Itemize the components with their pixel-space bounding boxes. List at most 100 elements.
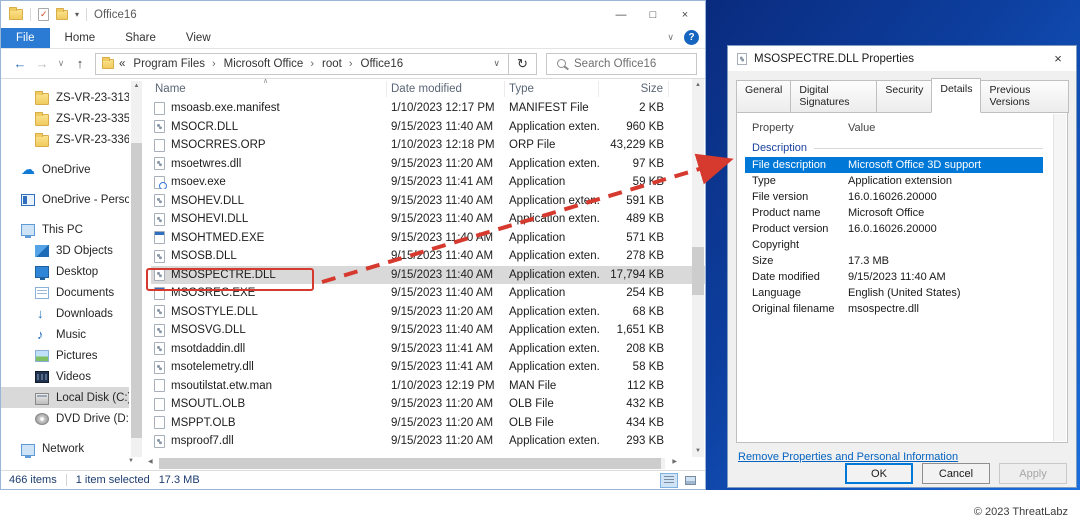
collapse-ribbon-icon[interactable]: ∨: [667, 32, 674, 43]
file-row[interactable]: msotelemetry.dll 9/15/2023 11:41 AM Appl…: [151, 358, 705, 377]
sidebar-item[interactable]: Local Disk (C:): [1, 387, 129, 408]
breadcrumb-item[interactable]: Office16: [358, 58, 407, 70]
horizontal-scrollbar-thumb[interactable]: [159, 458, 661, 469]
file-row[interactable]: MSOSTYLE.DLL 9/15/2023 11:20 AM Applicat…: [151, 303, 705, 322]
breadcrumb-item[interactable]: Microsoft Office: [221, 58, 317, 70]
dialog-tab[interactable]: Security: [876, 80, 932, 113]
file-row[interactable]: MSOCR.DLL 9/15/2023 11:40 AM Application…: [151, 118, 705, 137]
sidebar-item[interactable]: ZS-VR-23-336: [1, 129, 129, 150]
ribbon-tab[interactable]: Home: [50, 28, 111, 48]
sidebar-item[interactable]: Videos: [1, 366, 129, 387]
search-box[interactable]: Search Office16: [546, 53, 697, 75]
file-list-scrollbar[interactable]: ▲ ▼: [692, 79, 704, 457]
large-icons-view-button[interactable]: [681, 473, 699, 488]
ribbon-tab[interactable]: Share: [110, 28, 171, 48]
sidebar-scrollbar[interactable]: ▲: [131, 81, 142, 457]
file-row[interactable]: msoev.exe 9/15/2023 11:41 AM Application…: [151, 173, 705, 192]
description-group-label: Description: [752, 142, 1043, 154]
file-row[interactable]: MSOSB.DLL 9/15/2023 11:40 AM Application…: [151, 247, 705, 266]
file-row[interactable]: MSOHEVI.DLL 9/15/2023 11:40 AM Applicati…: [151, 210, 705, 229]
sidebar-item[interactable]: Pictures: [1, 345, 129, 366]
details-view-button[interactable]: [660, 473, 678, 488]
remove-properties-link[interactable]: Remove Properties and Personal Informati…: [738, 451, 958, 463]
column-header-date-modified[interactable]: Date modified: [387, 81, 505, 97]
scroll-right-icon[interactable]: ▶: [672, 458, 677, 465]
sidebar-item[interactable]: Desktop: [1, 261, 129, 282]
property-row[interactable]: File description Microsoft Office 3D sup…: [745, 157, 1043, 173]
property-row[interactable]: Product name Microsoft Office: [745, 205, 1043, 221]
sidebar-item[interactable]: Music: [1, 324, 129, 345]
sidebar-item[interactable]: ZS-VR-23-335: [1, 108, 129, 129]
breadcrumb-item[interactable]: Program Files: [130, 58, 218, 70]
dialog-tab[interactable]: Details: [931, 78, 981, 113]
sidebar-scroll-down-icon[interactable]: ▼: [128, 458, 134, 464]
refresh-button[interactable]: ↻: [509, 53, 537, 75]
sidebar-item[interactable]: Downloads: [1, 303, 129, 324]
property-row[interactable]: Copyright: [745, 237, 1043, 253]
file-row[interactable]: msoasb.exe.manifest 1/10/2023 12:17 PM M…: [151, 99, 705, 118]
file-row[interactable]: msoutilstat.etw.man 1/10/2023 12:19 PM M…: [151, 377, 705, 396]
scroll-up-icon[interactable]: ▲: [131, 83, 142, 89]
file-row[interactable]: MSOSREC.EXE 9/15/2023 11:40 AM Applicati…: [151, 284, 705, 303]
sidebar-item[interactable]: DVD Drive (D:) C: [1, 408, 129, 429]
property-row[interactable]: File version 16.0.16026.20000: [745, 189, 1043, 205]
quick-access-caret-icon[interactable]: ▾: [75, 10, 79, 19]
cancel-button[interactable]: Cancel: [922, 463, 990, 484]
help-icon[interactable]: ?: [684, 30, 699, 45]
dialog-tab[interactable]: General: [736, 80, 791, 113]
apply-button[interactable]: Apply: [999, 463, 1067, 484]
property-row[interactable]: Language English (United States): [745, 285, 1043, 301]
file-row[interactable]: MSPPT.OLB 9/15/2023 11:20 AM OLB File 43…: [151, 414, 705, 433]
ribbon-tab[interactable]: View: [171, 28, 226, 48]
dialog-tab[interactable]: Digital Signatures: [790, 80, 877, 113]
property-row[interactable]: Original filename msospectre.dll: [745, 301, 1043, 317]
scroll-up-icon[interactable]: ▲: [692, 82, 704, 88]
back-button[interactable]: ←: [9, 56, 31, 71]
sidebar-item[interactable]: Network: [1, 438, 129, 459]
breadcrumb-item[interactable]: root: [319, 58, 356, 70]
file-row[interactable]: msproof7.dll 9/15/2023 11:20 AM Applicat…: [151, 432, 705, 451]
column-header-name[interactable]: Name: [151, 81, 387, 97]
quick-access-properties-icon[interactable]: [38, 8, 49, 21]
column-header-size[interactable]: Size: [599, 81, 669, 97]
breadcrumb-prefix[interactable]: «: [119, 58, 125, 70]
sidebar-item[interactable]: OneDrive: [1, 159, 129, 180]
file-list-scrollbar-thumb[interactable]: [692, 247, 704, 295]
file-row[interactable]: msotdaddin.dll 9/15/2023 11:41 AM Applic…: [151, 340, 705, 359]
sidebar-item[interactable]: This PC: [1, 219, 129, 240]
up-button[interactable]: ↑: [69, 56, 91, 71]
file-row[interactable]: MSOSVG.DLL 9/15/2023 11:40 AM Applicatio…: [151, 321, 705, 340]
file-row[interactable]: MSOSPECTRE.DLL 9/15/2023 11:40 AM Applic…: [151, 266, 705, 285]
close-button[interactable]: ×: [669, 3, 701, 27]
file-row[interactable]: msoetwres.dll 9/15/2023 11:20 AM Applica…: [151, 155, 705, 174]
scroll-down-icon[interactable]: ▼: [692, 448, 704, 454]
scroll-left-icon[interactable]: ◀: [148, 458, 153, 465]
address-dropdown-icon[interactable]: ∨: [487, 58, 506, 69]
property-row[interactable]: Product version 16.0.16026.20000: [745, 221, 1043, 237]
file-row[interactable]: MSOHTMED.EXE 9/15/2023 11:40 AM Applicat…: [151, 229, 705, 248]
maximize-button[interactable]: □: [637, 3, 669, 27]
sidebar-item[interactable]: 3D Objects: [1, 240, 129, 261]
recent-locations-icon[interactable]: ∨: [53, 58, 69, 69]
forward-button[interactable]: →: [31, 56, 53, 71]
property-row[interactable]: Type Application extension: [745, 173, 1043, 189]
sidebar-item[interactable]: OneDrive - Person: [1, 189, 129, 210]
sidebar-item[interactable]: Documents: [1, 282, 129, 303]
minimize-button[interactable]: —: [605, 3, 637, 27]
file-row[interactable]: MSOUTL.OLB 9/15/2023 11:20 AM OLB File 4…: [151, 395, 705, 414]
property-row[interactable]: Size 17.3 MB: [745, 253, 1043, 269]
property-row[interactable]: Date modified 9/15/2023 11:40 AM: [745, 269, 1043, 285]
file-row[interactable]: MSOCRRES.ORP 1/10/2023 12:18 PM ORP File…: [151, 136, 705, 155]
sidebar-item[interactable]: ZS-VR-23-313: [1, 87, 129, 108]
quick-access-folder-icon[interactable]: [56, 10, 68, 20]
sidebar-scrollbar-thumb[interactable]: [131, 143, 142, 438]
details-scrollbar[interactable]: [1053, 114, 1066, 441]
ok-button[interactable]: OK: [845, 463, 913, 484]
ribbon-tab[interactable]: File: [1, 28, 50, 48]
column-header-type[interactable]: Type: [505, 81, 599, 97]
dialog-close-button[interactable]: ×: [1044, 48, 1072, 70]
horizontal-scrollbar[interactable]: [159, 458, 665, 469]
address-bar[interactable]: « Program Files Microsoft Office root Of…: [95, 53, 509, 75]
dialog-tab[interactable]: Previous Versions: [980, 80, 1069, 113]
file-row[interactable]: MSOHEV.DLL 9/15/2023 11:40 AM Applicatio…: [151, 192, 705, 211]
